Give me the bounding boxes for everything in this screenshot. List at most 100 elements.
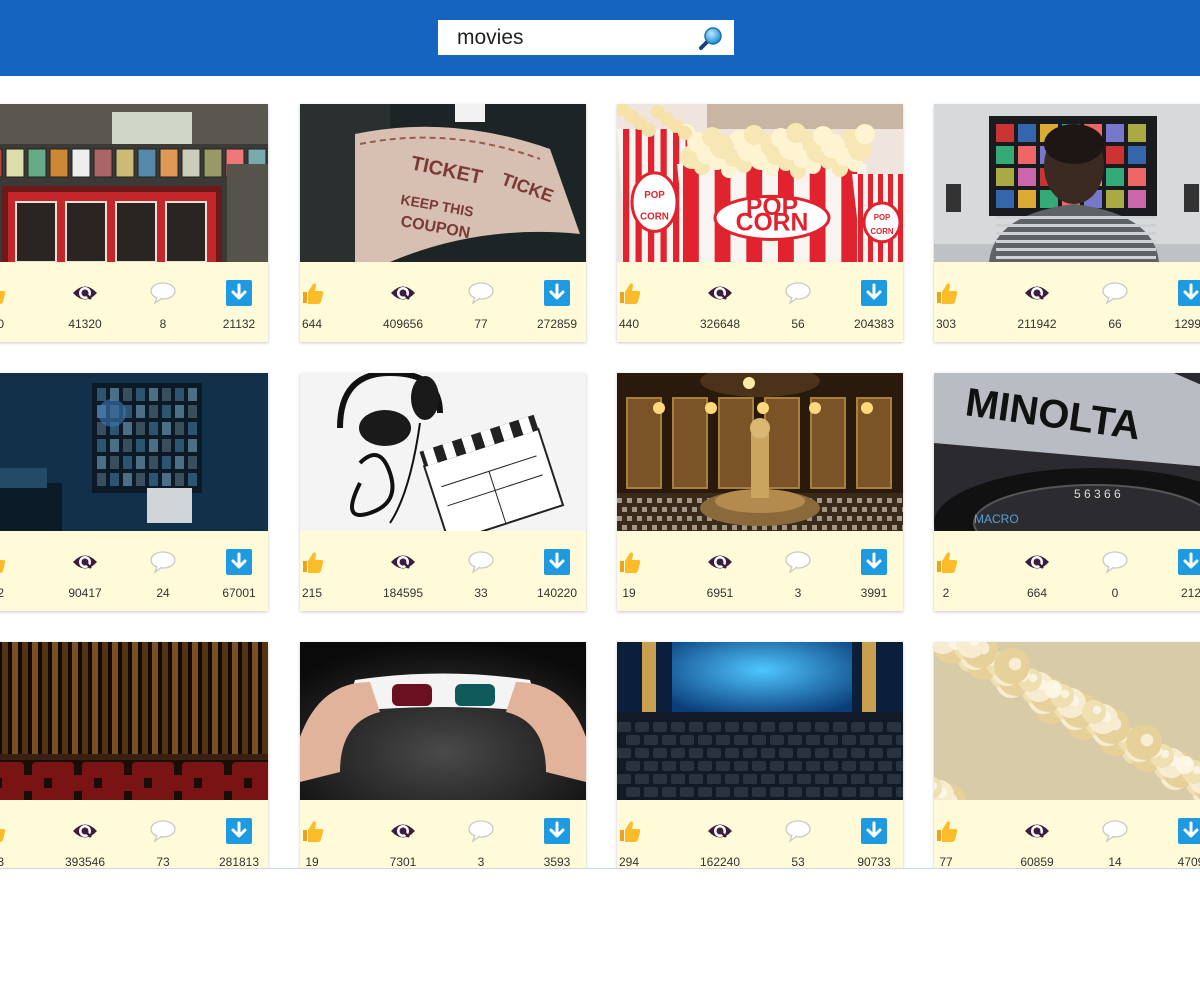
- eye-icon: [1025, 555, 1049, 569]
- thumbs-up-icon[interactable]: [299, 280, 325, 306]
- speech-bubble-icon: [150, 282, 176, 305]
- stat-count-likes: 2: [942, 586, 950, 600]
- download-arrow-icon[interactable]: [861, 549, 887, 575]
- image-thumbnail[interactable]: TICKET KEEP THIS COUPON TICKE: [300, 104, 586, 262]
- image-thumbnail[interactable]: [934, 104, 1200, 262]
- stat-views: 60859: [1007, 800, 1067, 868]
- stat-likes[interactable]: 122: [0, 531, 24, 611]
- thumbs-up-icon[interactable]: [616, 549, 642, 575]
- thumbs-up-icon[interactable]: [933, 280, 959, 306]
- image-stats-bar: 122 90417 24 67001: [0, 531, 268, 611]
- thumbs-up-icon[interactable]: [0, 549, 7, 575]
- thumbs-up-icon[interactable]: [299, 818, 325, 844]
- download-arrow-icon[interactable]: [226, 280, 252, 306]
- image-thumbnail[interactable]: [934, 642, 1200, 800]
- download-arrow-icon[interactable]: [1178, 818, 1200, 844]
- thumbs-up-icon[interactable]: [0, 280, 7, 306]
- stat-likes[interactable]: 440: [599, 262, 659, 342]
- image-card[interactable]: 473 393546 73 281813: [0, 642, 269, 868]
- stat-downloads[interactable]: 90733: [844, 800, 904, 868]
- stat-comments: 8: [133, 262, 193, 342]
- stat-count-downloads: 4709: [1177, 855, 1200, 869]
- stat-comments: 3: [451, 800, 511, 868]
- image-card[interactable]: 19 6951 3 3991: [617, 373, 903, 611]
- thumbs-up-icon[interactable]: [0, 818, 7, 844]
- image-card[interactable]: MINOLTA 5 6 3 6 6 MACRO 2 664 0 212: [934, 373, 1200, 611]
- eye-icon: [73, 555, 97, 569]
- eye-icon: [391, 286, 415, 300]
- stat-downloads[interactable]: 3991: [844, 531, 904, 611]
- image-card[interactable]: 19 7301 3 3593: [300, 642, 587, 868]
- image-thumbnail[interactable]: [617, 373, 903, 531]
- search-input[interactable]: [438, 20, 688, 55]
- stat-comments: 53: [768, 800, 828, 868]
- stat-likes[interactable]: 19: [599, 531, 659, 611]
- stat-likes[interactable]: 100: [0, 262, 24, 342]
- stat-likes[interactable]: 77: [916, 800, 976, 868]
- stat-downloads[interactable]: 272859: [527, 262, 587, 342]
- speech-bubble-icon: [1102, 820, 1128, 843]
- download-arrow-icon[interactable]: [226, 818, 252, 844]
- stat-count-likes: 644: [301, 317, 323, 331]
- stat-likes[interactable]: 644: [282, 262, 342, 342]
- stat-likes[interactable]: 215: [282, 531, 342, 611]
- image-stats-bar: 440 326648 56 204383: [617, 262, 903, 342]
- image-thumbnail[interactable]: MINOLTA 5 6 3 6 6 MACRO: [934, 373, 1200, 531]
- stat-downloads[interactable]: 21132: [209, 262, 269, 342]
- image-stats-bar: 644 409656 77 272859: [300, 262, 586, 342]
- stat-downloads[interactable]: 67001: [209, 531, 269, 611]
- download-arrow-icon[interactable]: [861, 280, 887, 306]
- stat-downloads[interactable]: 12995: [1161, 262, 1200, 342]
- download-arrow-icon[interactable]: [544, 280, 570, 306]
- stat-likes[interactable]: 19: [282, 800, 342, 868]
- thumbs-up-icon[interactable]: [616, 280, 642, 306]
- thumbs-up-icon[interactable]: [299, 549, 325, 575]
- image-thumbnail[interactable]: POP CORN POP CORN POP CORN: [617, 104, 903, 262]
- stat-downloads[interactable]: 140220: [527, 531, 587, 611]
- stat-likes[interactable]: 473: [0, 800, 24, 868]
- download-arrow-icon[interactable]: [1178, 280, 1200, 306]
- svg-text:CORN: CORN: [871, 227, 894, 236]
- stat-likes[interactable]: 2: [916, 531, 976, 611]
- stat-likes[interactable]: 303: [916, 262, 976, 342]
- magnifier-icon[interactable]: [698, 25, 724, 51]
- image-card[interactable]: 294 162240 53 90733: [617, 642, 904, 868]
- stat-likes[interactable]: 294: [599, 800, 659, 868]
- download-arrow-icon[interactable]: [226, 549, 252, 575]
- eye-icon: [391, 555, 415, 569]
- image-thumbnail[interactable]: [300, 373, 586, 531]
- stat-count-likes: 19: [622, 586, 636, 600]
- download-arrow-icon[interactable]: [544, 818, 570, 844]
- image-card[interactable]: 122 90417 24 67001: [0, 373, 268, 611]
- stat-views: 90417: [55, 531, 115, 611]
- svg-text:POP: POP: [874, 213, 890, 222]
- image-thumbnail[interactable]: [0, 642, 268, 800]
- stat-downloads[interactable]: 4709: [1161, 800, 1200, 868]
- image-card[interactable]: 100 41320 8 21132: [0, 104, 268, 342]
- stat-downloads[interactable]: 3593: [527, 800, 587, 868]
- image-card[interactable]: POP CORN POP CORN POP CORN 440 326648 56 204383: [617, 104, 903, 342]
- image-card[interactable]: 303 211942 66 12995: [934, 104, 1200, 342]
- thumbs-up-icon[interactable]: [933, 549, 959, 575]
- stat-downloads[interactable]: 204383: [844, 262, 904, 342]
- image-thumbnail[interactable]: [0, 373, 268, 531]
- download-arrow-icon[interactable]: [1178, 549, 1200, 575]
- stat-count-downloads: 212: [1180, 586, 1200, 600]
- image-card[interactable]: TICKET KEEP THIS COUPON TICKE 644 409656 77 272…: [300, 104, 586, 342]
- stat-downloads[interactable]: 212: [1161, 531, 1200, 611]
- download-arrow-icon[interactable]: [861, 818, 887, 844]
- stat-downloads[interactable]: 281813: [209, 800, 269, 868]
- thumbs-up-icon[interactable]: [933, 818, 959, 844]
- image-results-grid: 100 41320 8 21132 TICKETKEEP THISCOUPONTICKE…: [0, 76, 1200, 869]
- speech-bubble-icon: [468, 282, 494, 305]
- image-card[interactable]: 215 184595 33 140220: [300, 373, 586, 611]
- stat-comments: 0: [1085, 531, 1145, 611]
- eye-icon: [1025, 286, 1049, 300]
- thumbs-up-icon[interactable]: [616, 818, 642, 844]
- stat-views: 326648: [690, 262, 750, 342]
- image-thumbnail[interactable]: [0, 104, 268, 262]
- image-thumbnail[interactable]: [617, 642, 903, 800]
- image-card[interactable]: 77 60859 14 4709: [934, 642, 1200, 868]
- download-arrow-icon[interactable]: [544, 549, 570, 575]
- image-thumbnail[interactable]: [300, 642, 586, 800]
